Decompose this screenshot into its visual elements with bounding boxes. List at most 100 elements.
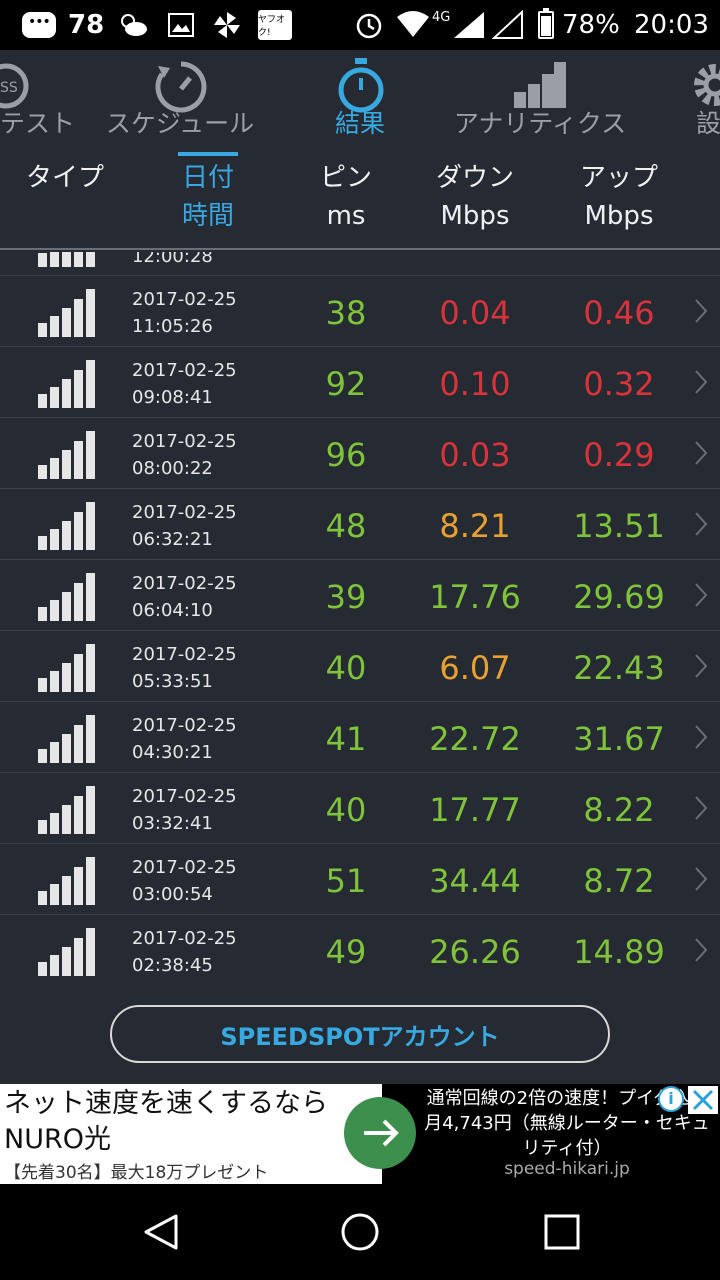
tab-analytics[interactable]: アナリティクス (440, 50, 640, 144)
chevron-right-icon (694, 653, 708, 679)
battery-level: 78% (562, 10, 620, 40)
cell-signal-2-icon (492, 0, 524, 50)
arrow-right-icon (364, 1119, 399, 1147)
ad-arrow-button[interactable] (344, 1097, 416, 1169)
signal-bars-icon (38, 715, 96, 763)
row-ping: 51 (325, 862, 367, 900)
row-download: 0.04 (439, 294, 511, 332)
results-list[interactable]: 12:00:28 2017-02-25 11:05:26 38 0.04 0.46 201… (0, 252, 720, 992)
tab-label: アナリティクス (453, 109, 627, 138)
row-upload: 0.32 (583, 365, 655, 403)
row-download: 26.26 (429, 933, 521, 971)
table-row[interactable]: 2017-02-25 06:32:21 48 8.21 13.51 (0, 488, 720, 559)
weather-icon (116, 0, 150, 50)
tab-label: 設 (696, 109, 720, 138)
row-ping: 96 (325, 436, 367, 474)
row-date: 2017-02-25 (132, 786, 237, 807)
chevron-right-icon (694, 369, 708, 395)
tab-bar: SS ドテスト スケジュール 結果 アナリティクス 設 (0, 50, 720, 195)
back-button[interactable] (142, 1212, 182, 1252)
row-date: 2017-02-25 (132, 928, 237, 949)
notification-count: 78 (68, 10, 105, 40)
chevron-right-icon (694, 795, 708, 821)
table-row[interactable]: 2017-02-25 08:00:22 96 0.03 0.29 (0, 417, 720, 488)
chevron-right-icon (694, 582, 708, 608)
chevron-right-icon (694, 298, 708, 324)
ad-headline: ネット速度を速くするならNURO光 (4, 1088, 328, 1155)
table-row[interactable]: 2017-02-25 05:33:51 40 6.07 22.43 (0, 630, 720, 701)
tab-settings[interactable]: 設 (670, 50, 720, 144)
table-row[interactable]: 2017-02-25 04:30:21 41 22.72 31.67 (0, 701, 720, 772)
table-row[interactable]: 2017-02-25 09:08:41 92 0.10 0.32 (0, 346, 720, 417)
row-ping: 39 (325, 578, 367, 616)
back-triangle-icon (144, 1214, 178, 1250)
battery-icon (538, 0, 554, 50)
clock: 20:03 (634, 10, 709, 40)
tab-schedule[interactable]: スケジュール (100, 50, 260, 144)
chevron-right-icon (694, 724, 708, 750)
tab-results[interactable]: 結果 (300, 50, 420, 144)
row-upload: 31.67 (573, 720, 665, 758)
ad-left-panel[interactable]: ネット速度を速くするならNURO光 【先着30名】最大18万プレゼント (0, 1084, 382, 1184)
sort-indicator (178, 152, 238, 156)
status-bar: 78 ヤフオク! 4G 78% 20:03 (0, 0, 720, 50)
row-ping: 40 (325, 791, 367, 829)
table-row[interactable]: 2017-02-25 06:04:10 39 17.76 29.69 (0, 559, 720, 630)
row-download: 34.44 (429, 862, 521, 900)
tab-label: 結果 (334, 109, 385, 138)
ad-close-icon[interactable] (688, 1086, 718, 1114)
table-row[interactable]: 2017-02-25 11:05:26 38 0.04 0.46 (0, 275, 720, 346)
chevron-right-icon (694, 440, 708, 466)
signal-bars-icon (38, 928, 96, 976)
row-ping: 38 (325, 294, 367, 332)
chevron-right-icon (694, 511, 708, 537)
row-time: 06:04:10 (132, 600, 213, 621)
signal-bars-icon (38, 289, 96, 337)
row-upload: 0.46 (583, 294, 655, 332)
signal-bars-icon (38, 786, 96, 834)
row-time: 04:30:21 (132, 742, 213, 763)
row-time: 09:08:41 (132, 387, 213, 408)
column-type[interactable]: タイプ (10, 159, 120, 197)
home-button[interactable] (340, 1212, 380, 1252)
ad-info-icon[interactable]: i (658, 1086, 684, 1112)
table-row[interactable]: 2017-02-25 03:00:54 51 34.44 8.72 (0, 843, 720, 914)
signal-bars-icon (38, 431, 96, 479)
row-download: 0.10 (439, 365, 511, 403)
network-type: 4G (432, 9, 451, 25)
row-date: 2017-02-25 (132, 360, 237, 381)
recents-button[interactable] (542, 1212, 582, 1252)
tab-label: スケジュール (105, 109, 255, 138)
message-notification-icon (22, 0, 56, 50)
recents-square-icon (544, 1214, 580, 1250)
column-download[interactable]: ダウン Mbps (410, 159, 540, 235)
signal-bars-icon (38, 360, 96, 408)
signal-bars-icon (38, 502, 96, 550)
row-date: 2017-02-25 (132, 857, 237, 878)
row-upload: 13.51 (573, 507, 665, 545)
row-date: 2017-02-25 (132, 502, 237, 523)
row-download: 8.21 (439, 507, 511, 545)
table-row[interactable]: 2017-02-25 02:38:45 49 26.26 14.89 (0, 914, 720, 985)
table-row-partial[interactable]: 12:00:28 (0, 252, 720, 277)
home-circle-icon (341, 1213, 379, 1251)
row-date: 2017-02-25 (132, 715, 237, 736)
table-row[interactable]: 2017-02-25 03:32:41 40 17.77 8.22 (0, 772, 720, 843)
row-upload: 8.72 (583, 862, 655, 900)
yahoo-auction-icon: ヤフオク! (258, 0, 292, 50)
row-ping: 41 (325, 720, 367, 758)
wifi-icon (396, 0, 430, 50)
tab-label: ドテスト (0, 109, 75, 138)
tab-speed-test[interactable]: SS ドテスト (0, 50, 90, 144)
row-time: 03:00:54 (132, 884, 213, 905)
speed-test-icon: SS (0, 63, 29, 109)
row-upload: 22.43 (573, 649, 665, 687)
column-datetime[interactable]: 日付 時間 (160, 159, 256, 235)
row-ping: 49 (325, 933, 367, 971)
speedspot-account-button[interactable]: SPEEDSPOTアカウント (110, 1005, 610, 1063)
column-upload[interactable]: アップ Mbps (552, 159, 686, 235)
ad-banner[interactable]: ネット速度を速くするならNURO光 【先着30名】最大18万プレゼント 通常回線… (0, 1084, 720, 1184)
column-ping[interactable]: ピン ms (300, 159, 392, 235)
signal-bars-icon (38, 644, 96, 692)
svg-text:SS: SS (0, 80, 18, 96)
